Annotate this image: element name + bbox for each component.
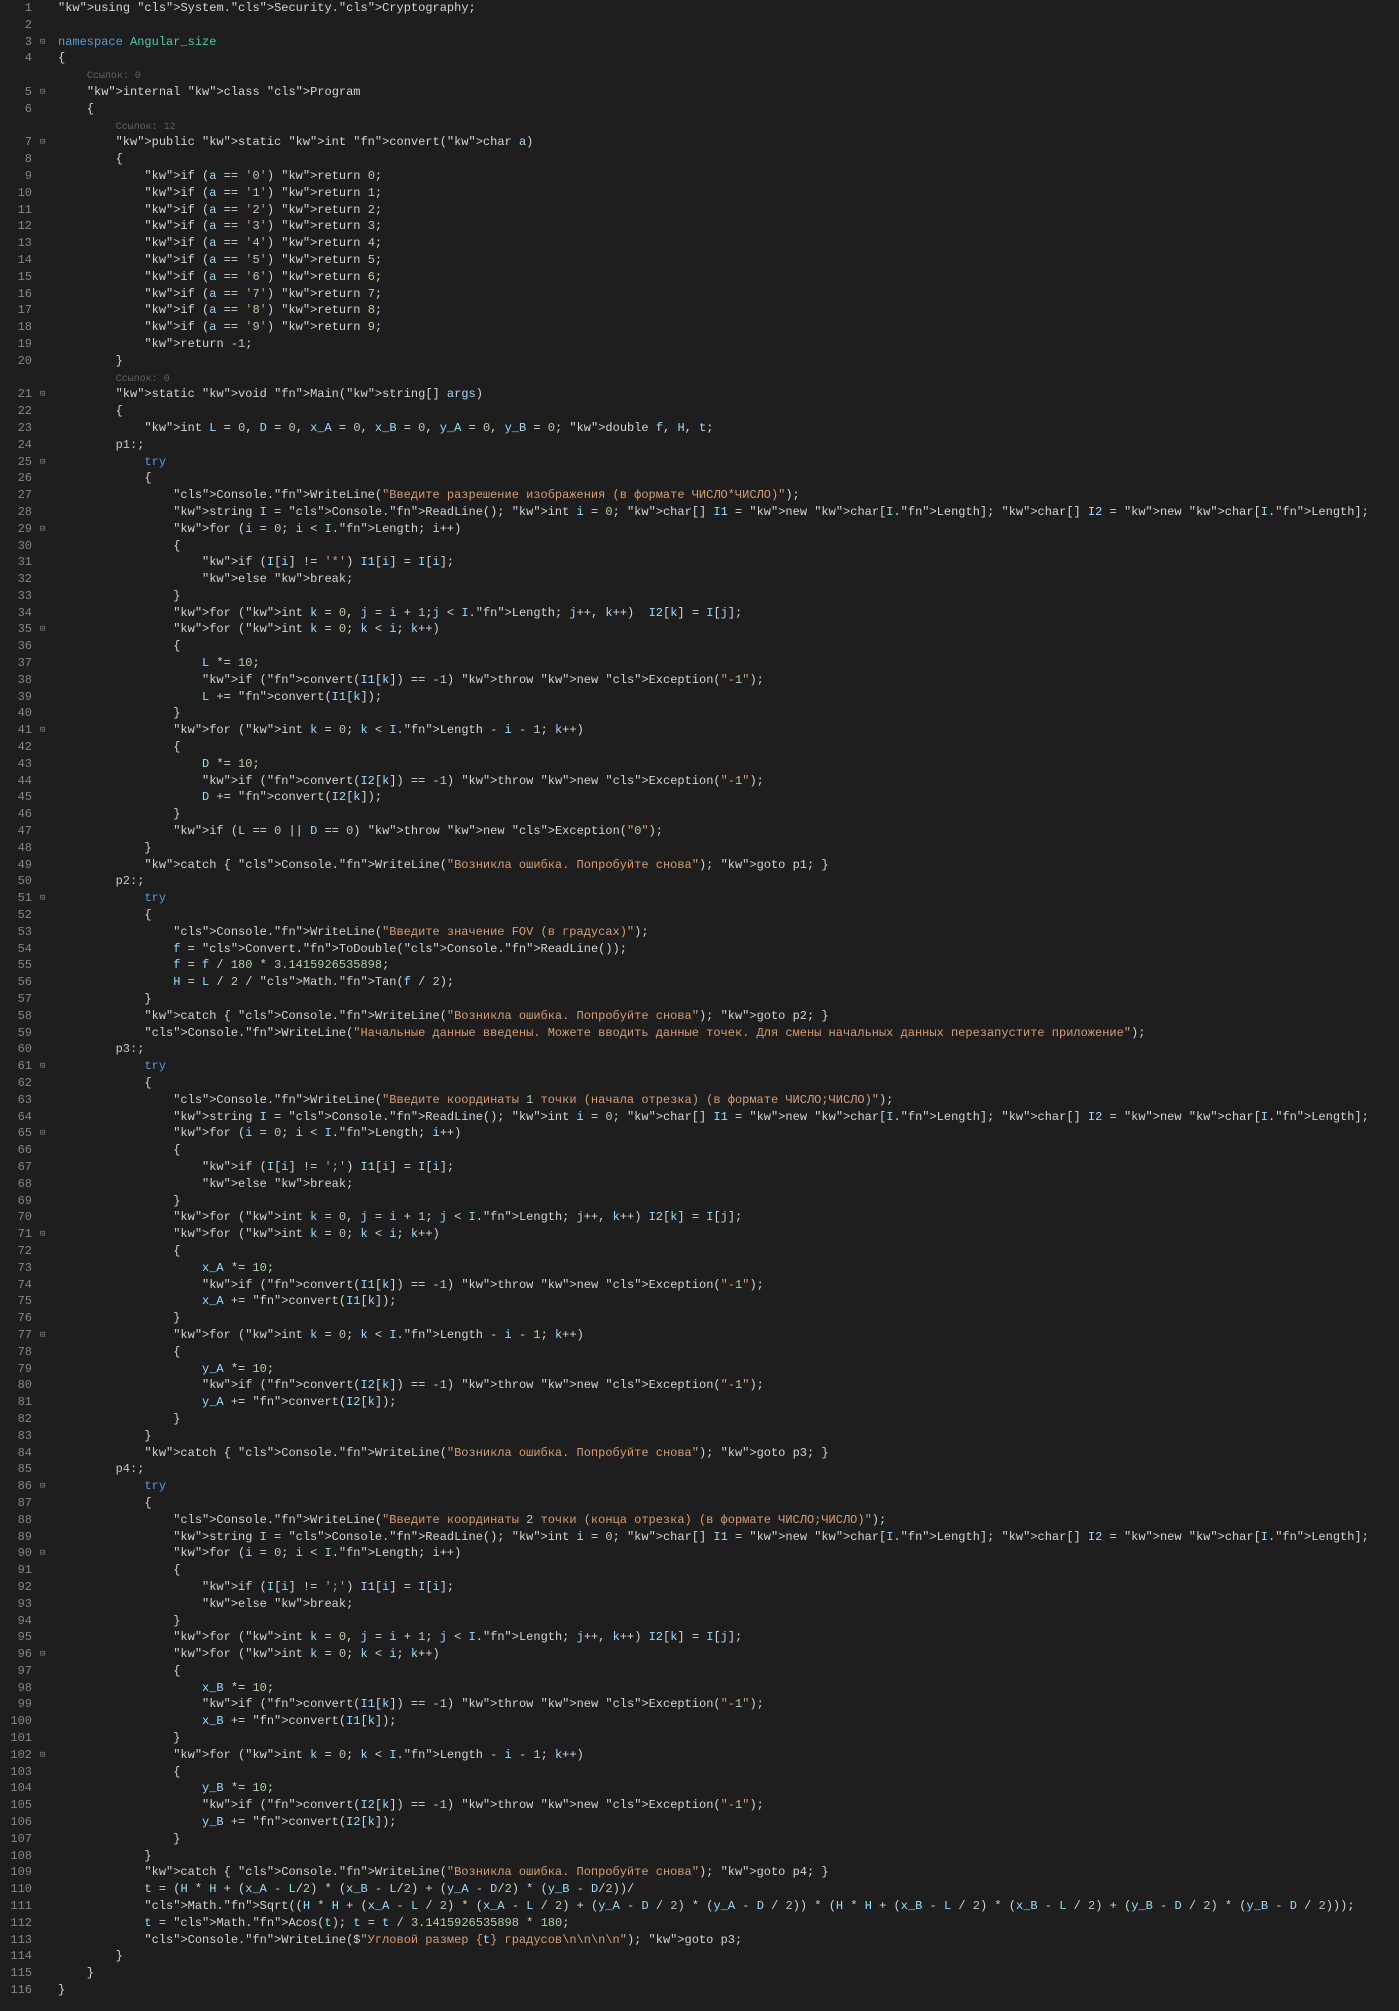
fold-gutter[interactable]: ⊟ ⊟ ⊟ ⊟⊟⊟⊟⊟⊟⊟⊟⊟⊟⊟⊟⊟⊟ (40, 0, 54, 1999)
line-numbers-gutter: 1234 56 7891011121314151617181920 212223… (0, 0, 40, 1999)
code-editor[interactable]: 1234 56 7891011121314151617181920 212223… (0, 0, 1399, 1999)
code-area[interactable]: "kw">using "cls">System."cls">Security."… (54, 0, 1399, 1999)
